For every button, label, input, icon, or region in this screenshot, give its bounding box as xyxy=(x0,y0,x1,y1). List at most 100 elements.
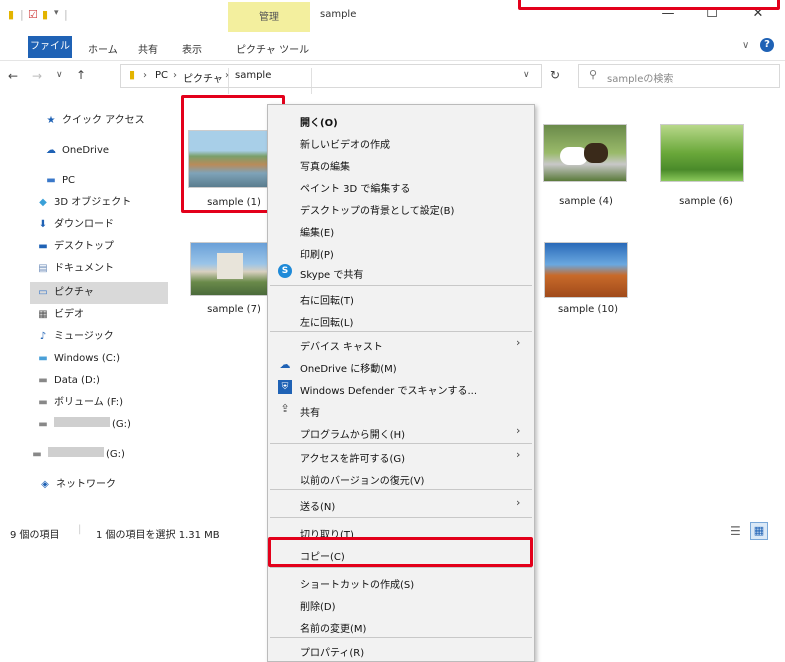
drive-icon: ▬ xyxy=(38,375,48,386)
menu-item-edit-photo[interactable]: 写真の編集 xyxy=(268,153,534,175)
cube-icon: ◆ xyxy=(39,197,47,208)
sidebar-item-onedrive[interactable]: ☁ OneDrive xyxy=(44,140,109,162)
chevron-right-icon: › xyxy=(516,336,521,349)
file-name[interactable]: sample (6) xyxy=(656,196,756,207)
path-separator: › xyxy=(173,70,177,81)
chevron-right-icon: › xyxy=(516,424,521,437)
pictures-icon: ▭ xyxy=(38,287,48,298)
menu-item-send-to[interactable]: 送る(N) › xyxy=(268,493,534,515)
share-icon: ⇪ xyxy=(280,402,290,415)
sidebar-item-network[interactable]: ◈ ネットワーク xyxy=(38,474,116,496)
menu-separator xyxy=(270,285,532,286)
menu-item-rename[interactable]: 名前の変更(M) xyxy=(268,615,534,637)
sidebar-item-videos[interactable]: ▦ ビデオ xyxy=(36,304,84,326)
details-view-icon[interactable]: ☰ xyxy=(730,524,741,538)
document-icon: ▤ xyxy=(38,263,48,274)
new-folder-icon[interactable]: ▮ xyxy=(42,8,48,21)
download-icon: ⬇ xyxy=(38,219,48,230)
sidebar-item-3d-objects[interactable]: ◆ 3D オブジェクト xyxy=(36,192,131,214)
menu-item-rotate-right[interactable]: 右に回転(T) xyxy=(268,287,534,309)
sidebar-item-drive-f[interactable]: ▬ ボリューム (F:) xyxy=(36,392,123,414)
manage-tab[interactable]: 管理 xyxy=(228,2,310,32)
menu-separator xyxy=(270,517,532,518)
address-bar[interactable]: ▮ › PC › ピクチャ › sample ∨ xyxy=(120,64,542,88)
menu-item-defender-scan[interactable]: ⛨ Windows Defender でスキャンする... xyxy=(268,377,534,399)
sidebar-item-quick-access[interactable]: ★ クイック アクセス xyxy=(44,110,145,132)
thumbnail-sample-10[interactable] xyxy=(544,242,628,298)
refresh-icon[interactable]: ↻ xyxy=(550,68,560,82)
menu-item-create-shortcut[interactable]: ショートカットの作成(S) xyxy=(268,571,534,593)
sidebar-item-drive-d[interactable]: ▬ Data (D:) xyxy=(36,370,100,392)
file-name[interactable]: sample (4) xyxy=(536,196,636,207)
chevron-down-icon[interactable]: ∨ xyxy=(523,70,530,80)
context-menu: 開く(O) 新しいビデオの作成 写真の編集 ペイント 3D で編集する デスクト… xyxy=(267,104,535,662)
window-title: sample xyxy=(320,9,357,20)
thumbnail-sample-6[interactable] xyxy=(660,124,744,182)
tab-picture-tools[interactable]: ピクチャ ツール xyxy=(236,41,309,56)
sidebar-item-documents[interactable]: ▤ ドキュメント xyxy=(36,258,114,280)
menu-item-device-cast[interactable]: デバイス キャスト › xyxy=(268,333,534,355)
menu-item-open-with[interactable]: プログラムから開く(H) › xyxy=(268,421,534,443)
thumbnail-sample-4[interactable] xyxy=(543,124,627,182)
sidebar-item-drive-g[interactable]: ▬ (G:) xyxy=(36,414,131,436)
ribbon-expand-icon[interactable]: ∨ xyxy=(742,40,749,51)
tab-home[interactable]: ホーム xyxy=(88,41,118,56)
search-icon: ⚲ xyxy=(589,68,598,81)
path-separator: › xyxy=(225,70,229,81)
menu-item-set-background[interactable]: デスクトップの背景として設定(B) xyxy=(268,197,534,219)
properties-icon[interactable]: ☑ xyxy=(28,8,38,21)
sidebar-item-pictures[interactable]: ▭ ピクチャ xyxy=(36,282,94,304)
search-input[interactable]: ⚲ sampleの検索 xyxy=(578,64,780,88)
separator: | xyxy=(64,8,68,21)
menu-item-paint-3d[interactable]: ペイント 3D で編集する xyxy=(268,175,534,197)
file-name[interactable]: sample (10) xyxy=(538,304,638,315)
sidebar-item-drive-c[interactable]: ▬ Windows (C:) xyxy=(36,348,120,370)
item-count: 9 個の項目 xyxy=(10,530,60,541)
tab-share[interactable]: 共有 xyxy=(138,41,158,56)
folder-icon: ▮ xyxy=(129,68,136,81)
menu-item-delete[interactable]: 削除(D) xyxy=(268,593,534,615)
breadcrumb-pictures[interactable]: ピクチャ xyxy=(183,70,223,85)
customize-toolbar-icon[interactable]: ▾ xyxy=(54,8,59,18)
skype-icon: S xyxy=(278,264,292,278)
menu-item-move-onedrive[interactable]: ☁ OneDrive に移動(M) xyxy=(268,355,534,377)
title-bar: ▮ | ☑ ▮ ▾ | 管理 sample — ☐ ✕ xyxy=(0,0,785,34)
folder-icon: ▮ xyxy=(8,8,15,21)
sidebar-item-pc[interactable]: ▬ PC xyxy=(44,170,75,192)
breadcrumb-pc[interactable]: PC xyxy=(155,70,168,81)
sidebar-item-desktop[interactable]: ▬ デスクトップ xyxy=(36,236,114,258)
sidebar-item-music[interactable]: ♪ ミュージック xyxy=(36,326,114,348)
back-arrow-icon[interactable]: ← xyxy=(8,69,18,83)
blurred-name xyxy=(54,417,110,427)
sidebar-item-drive-g2[interactable]: ▬ (G:) xyxy=(30,444,125,466)
menu-item-print[interactable]: 印刷(P) xyxy=(268,241,534,263)
blurred-name xyxy=(48,447,104,457)
menu-item-open[interactable]: 開く(O) xyxy=(268,109,534,131)
tab-view[interactable]: 表示 xyxy=(182,41,202,56)
separator: | xyxy=(20,8,24,21)
cloud-icon: ☁ xyxy=(279,358,291,371)
file-tab[interactable]: ファイル xyxy=(28,36,72,58)
recent-locations-icon[interactable]: ∨ xyxy=(56,70,63,80)
breadcrumb-sample[interactable]: sample xyxy=(235,70,271,81)
menu-separator xyxy=(270,331,532,332)
help-icon[interactable]: ? xyxy=(760,38,774,52)
star-icon: ★ xyxy=(46,115,56,126)
forward-arrow-icon[interactable]: → xyxy=(32,69,42,83)
menu-item-give-access[interactable]: アクセスを許可する(G) › xyxy=(268,445,534,467)
menu-item-rotate-left[interactable]: 左に回転(L) xyxy=(268,309,534,331)
sidebar-item-downloads[interactable]: ⬇ ダウンロード xyxy=(36,214,114,236)
thumbnail-sample-7[interactable] xyxy=(190,242,272,296)
chevron-right-icon: › xyxy=(516,496,521,509)
chevron-right-icon: › xyxy=(516,448,521,461)
menu-item-properties[interactable]: プロパティ(R) xyxy=(268,639,534,661)
menu-item-restore-versions[interactable]: 以前のバージョンの復元(V) xyxy=(268,467,534,489)
menu-item-share[interactable]: ⇪ 共有 xyxy=(268,399,534,421)
menu-item-new-video[interactable]: 新しいビデオの作成 xyxy=(268,131,534,153)
selection-info: 1 個の項目を選択 1.31 MB xyxy=(96,530,220,541)
menu-item-skype-share[interactable]: S Skype で共有 xyxy=(268,261,534,283)
up-arrow-icon[interactable]: ↑ xyxy=(76,68,86,82)
menu-separator xyxy=(270,443,532,444)
menu-item-edit[interactable]: 編集(E) xyxy=(268,219,534,241)
large-icons-view-icon[interactable]: ▦ xyxy=(750,522,768,540)
